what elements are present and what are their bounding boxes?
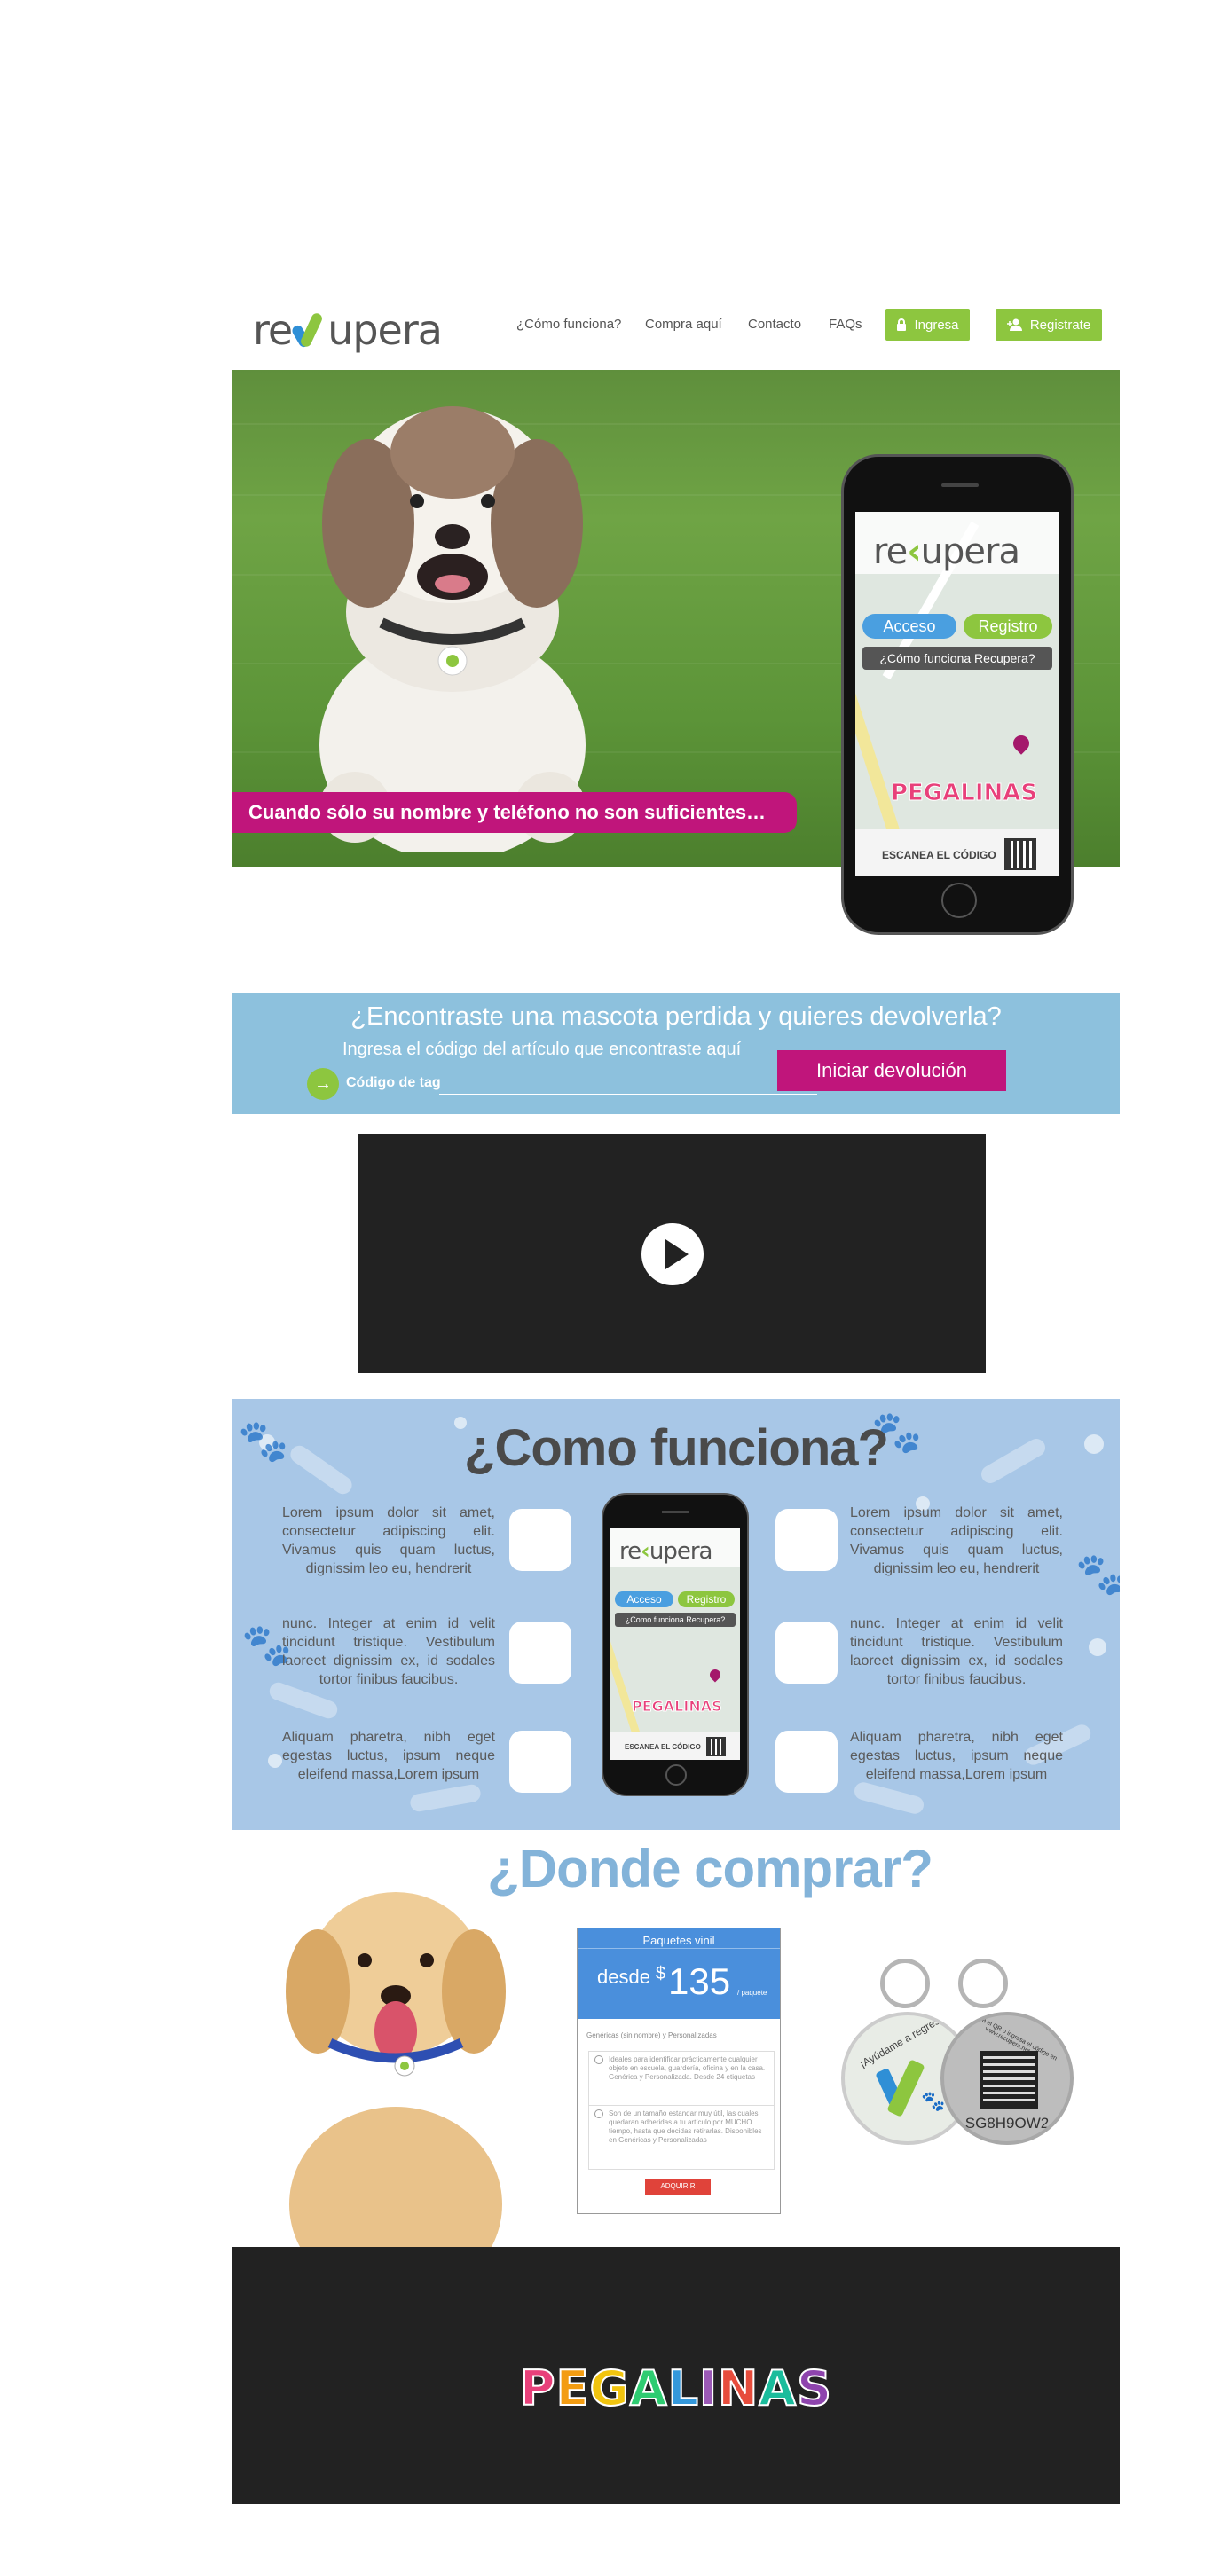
phone2-logo-right: upera: [649, 1538, 713, 1565]
puppy-photo: [286, 1892, 506, 2305]
return-pet-band: ¿Encontraste una mascota perdida y quier…: [232, 993, 1120, 1114]
pricing-feature: Ideales para identificar prácticamente c…: [588, 2051, 775, 2106]
phone-scan-label: ESCANEA EL CÓDIGO: [882, 849, 996, 861]
pegalinas-letter: S: [796, 2360, 832, 2417]
pricing-card: Paquetes vinil desde $ 135 / paquete Gen…: [577, 1928, 781, 2214]
pegalinas-letter: A: [758, 2360, 798, 2417]
how-step-text: nunc. Integer at enim id velit tincidunt…: [282, 1616, 495, 1687]
price-prefix: desde: [597, 1966, 650, 1988]
nav-compra-aqui[interactable]: Compra aquí: [645, 317, 722, 332]
pegalinas-letter: G: [588, 2360, 630, 2417]
lock-icon: [897, 318, 907, 331]
qr-code-icon: [1004, 838, 1036, 870]
logo-text-right: upera: [327, 306, 443, 354]
price-currency: $: [656, 1964, 666, 1983]
price-unit: / paquete: [737, 1989, 767, 1997]
pegalinas-logo[interactable]: PEGALINAS: [232, 2360, 1120, 2417]
return-pet-subtitle: Ingresa el código del artículo que encon…: [342, 1040, 742, 1059]
logo-check-icon: [290, 309, 326, 351]
phone-logo-right: upera: [920, 531, 1020, 572]
tag-code-input[interactable]: [439, 1075, 817, 1095]
how-step-text: nunc. Integer at enim id velit tincidunt…: [850, 1616, 1063, 1687]
how-step-text: Aliquam pharetra, nibh eget egestas luct…: [282, 1730, 495, 1782]
site-logo[interactable]: re upera: [253, 306, 443, 354]
pricing-card-subtitle: Genéricas (sin nombre) y Personalizadas: [586, 2031, 717, 2039]
pegalinas-letter: N: [717, 2360, 759, 2417]
login-button[interactable]: Ingresa: [885, 309, 970, 341]
check-icon: [594, 2055, 603, 2064]
pricing-feature-text: Son de un tamaño estandar muy útil, las …: [609, 2109, 762, 2144]
return-pet-title: ¿Encontraste una mascota perdida y quier…: [350, 1002, 1002, 1031]
dog-photo: [319, 406, 586, 852]
phone-how-button: ¿Cómo funciona Recupera?: [862, 647, 1052, 670]
qr-code-icon: [980, 2051, 1038, 2109]
how-step-icon: [775, 1509, 838, 1571]
phone2-access-button: Acceso: [615, 1591, 673, 1607]
phone-access-button: Acceso: [862, 614, 956, 639]
nav-contacto[interactable]: Contacto: [748, 317, 801, 332]
phone2-logo-left: re: [619, 1538, 641, 1565]
video-player[interactable]: [358, 1134, 986, 1373]
how-step-text: Lorem ipsum dolor sit amet, consectetur …: [850, 1505, 1063, 1576]
pricing-feature-text: Ideales para identificar prácticamente c…: [609, 2055, 766, 2081]
pricing-feature: Son de un tamaño estandar muy útil, las …: [588, 2106, 775, 2170]
pegalinas-letter: E: [555, 2360, 590, 2417]
phone-logo-left: re: [873, 531, 908, 572]
paw-icon: 🐾: [1075, 1551, 1120, 1597]
tag-front-text: ¡Ayúdame a regresar!: [857, 2012, 953, 2071]
how-step-icon: [509, 1731, 571, 1793]
arrow-right-icon: →: [307, 1068, 339, 1100]
pegalinas-letter: A: [629, 2360, 668, 2417]
keyring-icon: [880, 1959, 930, 2008]
login-label: Ingresa: [914, 317, 959, 333]
how-step-icon: [509, 1509, 571, 1571]
phone-register-button: Registro: [964, 614, 1052, 639]
pricing-card-header: Paquetes vinil desde $ 135 / paquete: [578, 1928, 780, 2019]
how-step-icon: [509, 1622, 571, 1684]
buy-button[interactable]: ADQUIRIR: [645, 2179, 711, 2195]
phone-brand: PEGALINAS: [890, 780, 1038, 807]
nav-faqs[interactable]: FAQs: [829, 317, 862, 332]
tag-product-image: ¡Ayúdame a regresar! 🐾 Escanea el QR o i…: [834, 1959, 1074, 2154]
phone2-register-button: Registro: [678, 1591, 735, 1607]
pegalinas-letter: L: [667, 2360, 699, 2417]
pegalinas-letter: I: [698, 2360, 719, 2417]
register-label: Registrate: [1029, 317, 1091, 333]
pricing-card-title: Paquetes vinil: [642, 1934, 715, 1947]
keyring-icon: [958, 1959, 1008, 2008]
qr-code-icon: [706, 1737, 726, 1756]
check-icon: [594, 2109, 603, 2118]
add-user-icon: [1006, 318, 1022, 331]
pegalinas-letter: P: [519, 2360, 556, 2417]
how-step-icon: [775, 1731, 838, 1793]
start-return-button[interactable]: Iniciar devolución: [777, 1050, 1006, 1091]
tag-code-label: Código de tag: [346, 1075, 441, 1090]
phone-screen: re‹upera Acceso Registro ¿Cómo funciona …: [855, 512, 1059, 876]
tag-back: Escanea el QR o ingresa el código en www…: [940, 2012, 1074, 2145]
how-step-text: Lorem ipsum dolor sit amet, consectetur …: [282, 1505, 495, 1576]
logo-text-left: re: [253, 306, 293, 354]
phone2-how-button: ¿Como funciona Recupera?: [615, 1613, 736, 1627]
phone-screen-small: re‹upera Acceso Registro ¿Como funciona …: [610, 1528, 740, 1760]
phone2-scan-label: ESCANEA EL CÓDIGO: [625, 1743, 701, 1751]
price-value: 135: [668, 1960, 731, 2002]
how-title: ¿Como funciona?: [464, 1419, 889, 1477]
map-pin-icon: [707, 1667, 723, 1683]
how-step-text: Aliquam pharetra, nibh eget egestas luct…: [850, 1730, 1063, 1782]
phone2-brand: PEGALINAS: [632, 1698, 723, 1716]
footer: PEGALINAS: [232, 2247, 1120, 2504]
tag-code: SG8H9OW2: [964, 2115, 1050, 2132]
how-step-icon: [775, 1622, 838, 1684]
play-icon[interactable]: [641, 1223, 704, 1285]
register-button[interactable]: Registrate: [996, 309, 1102, 341]
hero-slogan: Cuando sólo su nombre y teléfono no son …: [232, 792, 797, 833]
map-pin-icon: [1010, 732, 1033, 755]
nav-como-funciona[interactable]: ¿Cómo funciona?: [516, 317, 621, 332]
